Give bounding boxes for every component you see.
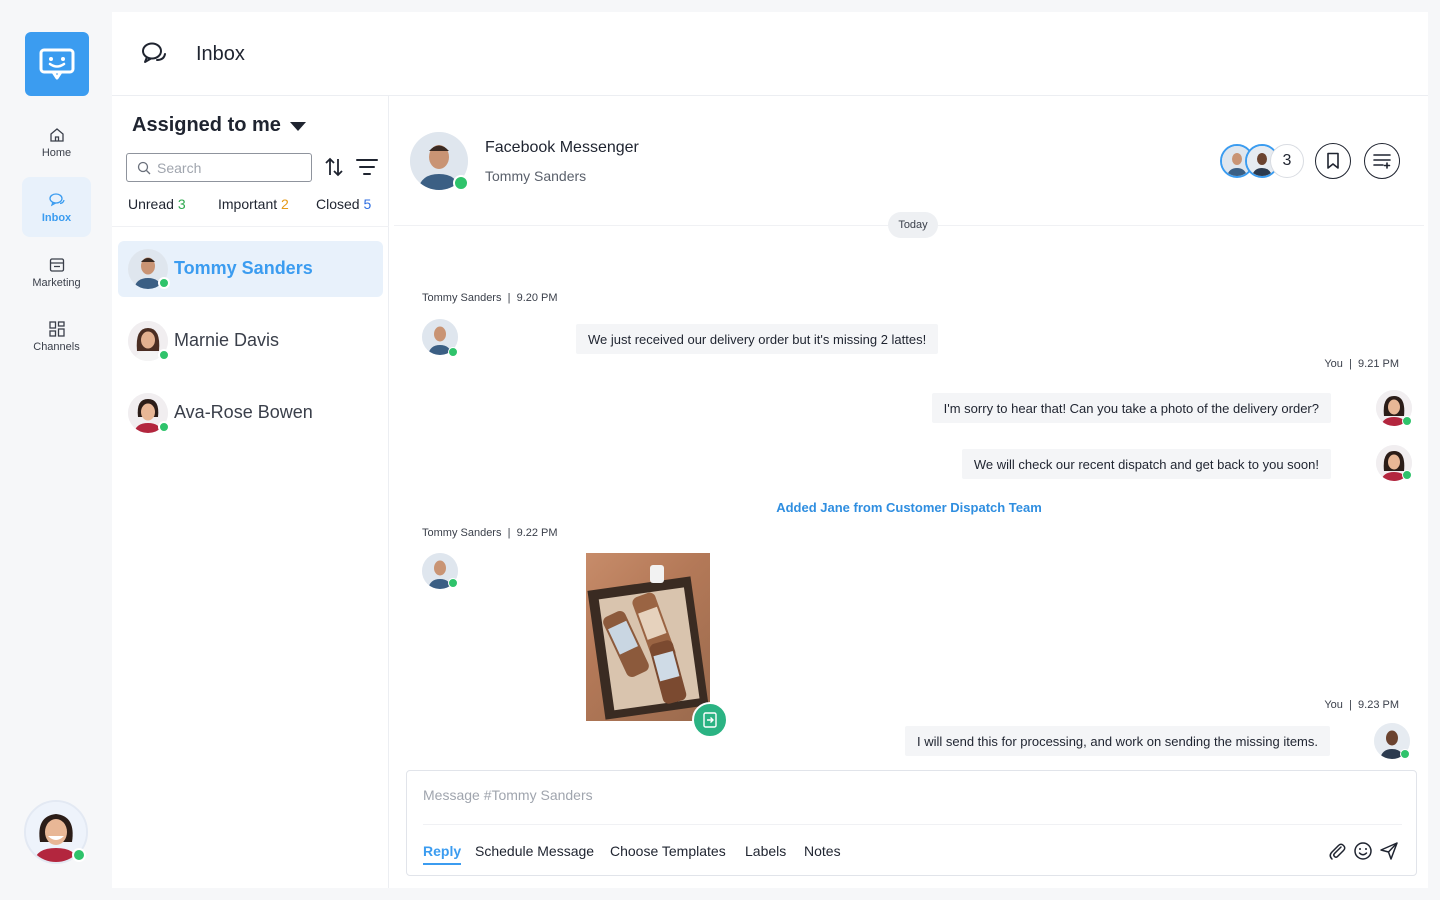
chat-bubbles-icon	[48, 192, 65, 206]
menu-button[interactable]	[1364, 143, 1400, 179]
message-input[interactable]	[423, 787, 1323, 803]
messenger-badge	[448, 578, 458, 588]
send-icon[interactable]	[1379, 841, 1399, 861]
search-icon	[137, 161, 151, 174]
caret-down-icon[interactable]	[290, 122, 306, 131]
home-icon	[49, 127, 64, 142]
messenger-badge	[453, 175, 469, 191]
bookmark-icon	[1327, 152, 1339, 169]
bookmark-button[interactable]	[1315, 143, 1351, 179]
date-separator: Today	[888, 212, 938, 238]
assignment-filter[interactable]: Assigned to me	[132, 114, 281, 137]
message-bubble: We just received our delivery order but …	[576, 324, 939, 354]
nav-marketing[interactable]: Marketing	[22, 242, 91, 302]
search-input[interactable]	[157, 159, 297, 176]
main-card: Inbox Assigned to me Unread 3 Important …	[112, 12, 1428, 888]
nav-channels[interactable]: Channels	[22, 306, 91, 366]
conversation-name: Tommy Sanders	[174, 258, 313, 278]
nav-channels-label: Channels	[33, 340, 80, 353]
message-composer: Reply Schedule Message Choose Templates …	[406, 770, 1417, 876]
online-indicator	[1402, 416, 1412, 426]
conversation-name: Ava-Rose Bowen	[174, 402, 313, 422]
search-box	[126, 153, 312, 182]
online-indicator	[1402, 470, 1412, 480]
tab-choose-templates[interactable]: Choose Templates	[610, 843, 726, 859]
message-meta: Tommy Sanders | 9.22 PM	[422, 527, 558, 539]
tab-important[interactable]: Important 2	[218, 196, 289, 212]
export-button[interactable]	[692, 702, 728, 738]
filter-icon[interactable]	[356, 157, 378, 177]
online-indicator	[1400, 749, 1410, 759]
message-meta: You | 9.21 PM	[1324, 358, 1399, 370]
message-bubble: We will check our recent dispatch and ge…	[961, 449, 1331, 479]
system-message: Added Jane from Customer Dispatch Team	[776, 500, 1042, 515]
nav-inbox-label: Inbox	[41, 211, 72, 224]
photo-attachment[interactable]	[586, 553, 710, 721]
nav-home-label: Home	[41, 146, 72, 159]
nav-inbox[interactable]: Inbox	[22, 177, 91, 237]
messenger-badge	[448, 347, 458, 357]
tab-reply[interactable]: Reply	[423, 843, 462, 865]
conversation-name: Marnie Davis	[174, 330, 280, 350]
online-indicator	[72, 848, 86, 862]
conversation-item[interactable]: Tommy Sanders	[118, 241, 383, 297]
tab-labels[interactable]: Labels	[745, 843, 786, 859]
menu-icon	[1373, 154, 1391, 169]
app-logo[interactable]	[25, 32, 89, 96]
messenger-badge	[158, 349, 170, 361]
store-icon	[49, 257, 64, 272]
messenger-badge	[158, 421, 170, 433]
tab-closed[interactable]: Closed 5	[316, 196, 371, 212]
chat-panel: Facebook Messenger Tommy Sanders 3 Today…	[390, 96, 1428, 888]
grid-icon	[48, 320, 65, 337]
chat-bubbles-icon	[142, 42, 166, 63]
tab-unread[interactable]: Unread 3	[128, 196, 186, 212]
divider	[112, 226, 389, 227]
nav-marketing-label: Marketing	[32, 276, 81, 289]
participant-count[interactable]: 3	[1270, 144, 1304, 178]
divider	[423, 824, 1402, 825]
tab-notes[interactable]: Notes	[804, 843, 841, 859]
contact-name: Tommy Sanders	[485, 168, 587, 184]
sort-icon[interactable]	[324, 156, 344, 178]
chat-logo-icon	[39, 48, 75, 80]
nav-home[interactable]: Home	[22, 112, 91, 172]
page-title: Inbox	[196, 43, 245, 65]
attach-icon[interactable]	[1327, 841, 1347, 861]
emoji-icon[interactable]	[1353, 841, 1373, 861]
channel-name: Facebook Messenger	[485, 139, 639, 156]
message-meta: You | 9.23 PM	[1324, 699, 1399, 711]
messenger-badge	[158, 277, 170, 289]
conversation-item[interactable]: Marnie Davis	[118, 313, 383, 369]
export-icon	[703, 712, 717, 728]
delivery-photo	[587, 565, 709, 720]
left-rail: Home Inbox Marketing Channels	[0, 0, 112, 900]
message-bubble: I will send this for processing, and wor…	[904, 726, 1330, 756]
tab-schedule-message[interactable]: Schedule Message	[475, 843, 594, 859]
message-bubble: I'm sorry to hear that! Can you take a p…	[931, 393, 1331, 423]
conversation-item[interactable]: Ava-Rose Bowen	[118, 385, 383, 441]
top-bar: Inbox	[112, 12, 1428, 96]
message-meta: Tommy Sanders | 9.20 PM	[422, 292, 558, 304]
conversation-list: Assigned to me Unread 3 Important 2 Clos…	[112, 96, 389, 888]
